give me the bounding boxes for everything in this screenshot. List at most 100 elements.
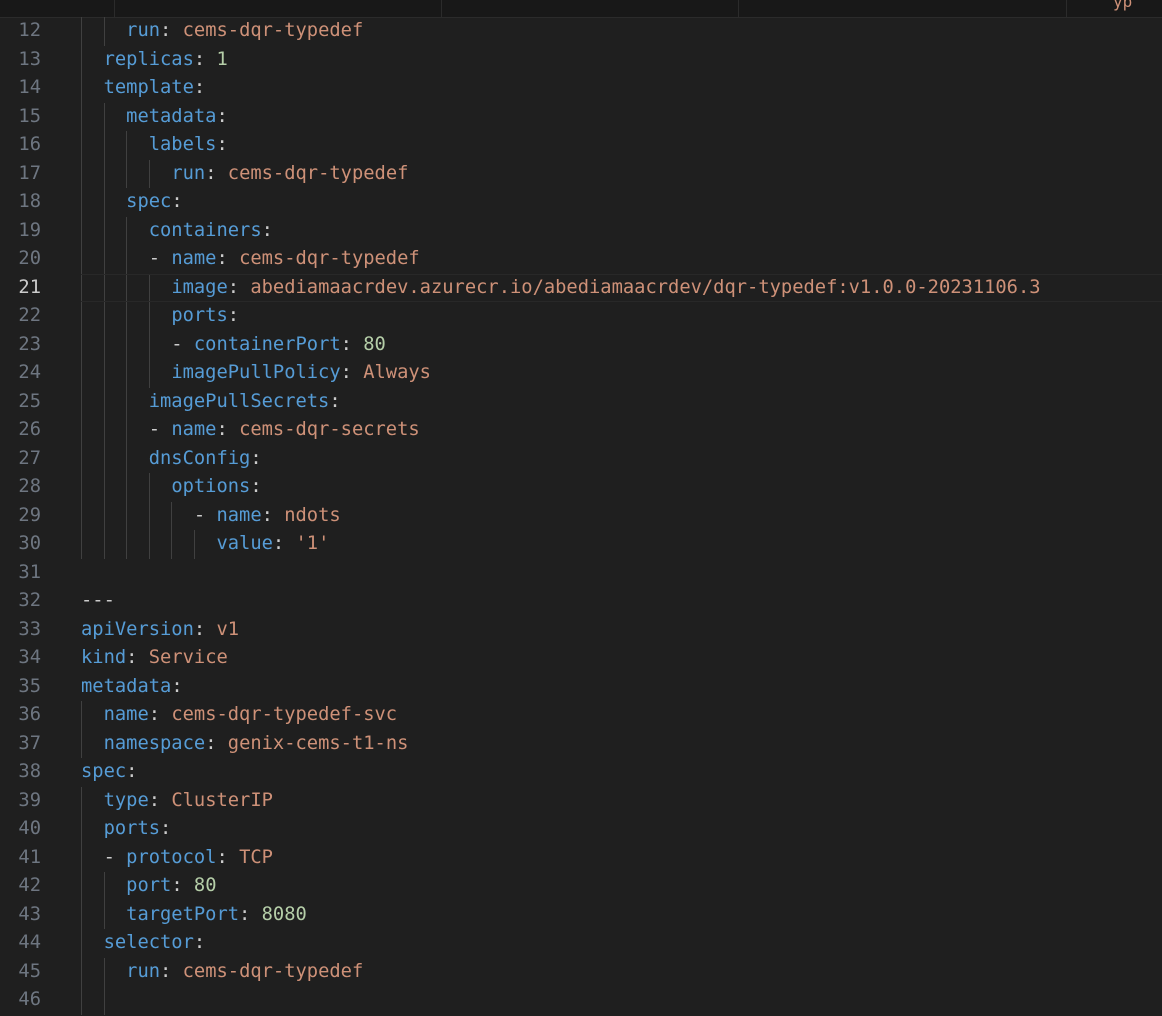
- yaml-key: spec: [81, 761, 127, 782]
- code-line[interactable]: ports:: [81, 815, 1162, 844]
- code-line[interactable]: metadata:: [81, 673, 1162, 702]
- code-line[interactable]: type: ClusterIP: [81, 787, 1162, 816]
- code-line[interactable]: selector:: [81, 929, 1162, 958]
- code-line[interactable]: kind: Service: [81, 644, 1162, 673]
- line-number: 18: [18, 191, 41, 212]
- yaml-key: name: [171, 419, 217, 440]
- colon: :: [148, 704, 161, 725]
- colon: :: [160, 20, 172, 41]
- code-line[interactable]: value: '1': [81, 530, 1162, 559]
- colon: :: [216, 105, 228, 127]
- colon: :: [216, 248, 228, 269]
- yaml-key: type: [103, 789, 149, 811]
- yaml-value: TCP: [239, 846, 273, 868]
- yaml-value: abediamaacrdev.azurecr.io/abediamaacrdev…: [250, 276, 1041, 298]
- yaml-value: 8080: [261, 903, 307, 925]
- code-line[interactable]: port: 80: [81, 872, 1162, 901]
- code-line[interactable]: dnsConfig:: [81, 445, 1162, 474]
- line-number: 16: [18, 134, 41, 155]
- code-line[interactable]: options:: [81, 473, 1162, 502]
- code-line[interactable]: image: abediamaacrdev.azurecr.io/abediam…: [81, 273, 1162, 302]
- line-number: 17: [18, 162, 41, 184]
- code-line[interactable]: - name: cems-dqr-typedef: [81, 245, 1162, 274]
- code-line[interactable]: replicas: 1: [81, 46, 1162, 75]
- yaml-key: containers: [148, 219, 262, 241]
- yaml-value: ClusterIP: [171, 789, 273, 811]
- editor-tab-bar: yp: [0, 0, 1162, 18]
- code-line[interactable]: targetPort: 8080: [81, 901, 1162, 930]
- line-number: 15: [18, 105, 41, 127]
- yaml-key: run: [126, 20, 161, 41]
- colon: :: [171, 875, 183, 896]
- yaml-key: options: [171, 476, 251, 497]
- colon: :: [193, 77, 206, 98]
- code-line[interactable]: [81, 986, 1162, 1015]
- code-line[interactable]: run: cems-dqr-typedef: [81, 17, 1162, 46]
- colon: :: [193, 932, 206, 953]
- code-line[interactable]: namespace: genix-cems-t1-ns: [81, 730, 1162, 759]
- code-line[interactable]: template:: [81, 74, 1162, 103]
- code-line[interactable]: - name: ndots: [81, 502, 1162, 531]
- line-number: 24: [18, 362, 41, 383]
- colon: :: [126, 761, 138, 782]
- code-line[interactable]: name: cems-dqr-typedef-svc: [81, 701, 1162, 730]
- colon: :: [261, 219, 273, 241]
- yaml-value: cems-dqr-typedef-svc: [171, 704, 398, 725]
- code-line[interactable]: [81, 559, 1162, 588]
- indent: -: [81, 419, 172, 440]
- yaml-value: ndots: [284, 504, 341, 526]
- code-line[interactable]: apiVersion: v1: [81, 616, 1162, 645]
- code-line[interactable]: run: cems-dqr-typedef: [81, 958, 1162, 987]
- code-line[interactable]: containers:: [81, 217, 1162, 246]
- code-line[interactable]: labels:: [81, 131, 1162, 160]
- indent: -: [81, 504, 217, 526]
- code-line[interactable]: metadata:: [81, 103, 1162, 132]
- code-editor[interactable]: yp 12 13 14 15 16 17 18 19 20 21 22 23 24 25 26 27 28 29 3…: [0, 0, 1162, 1016]
- code-line[interactable]: spec:: [81, 188, 1162, 217]
- code-line[interactable]: imagePullPolicy: Always: [81, 359, 1162, 388]
- code-line[interactable]: run: cems-dqr-typedef: [81, 160, 1162, 189]
- code-line[interactable]: ports:: [81, 302, 1162, 331]
- yaml-key: metadata: [81, 675, 172, 697]
- yaml-value: 80: [193, 875, 217, 896]
- tab-divider: [1066, 0, 1067, 17]
- code-line[interactable]: ---: [81, 587, 1162, 616]
- editor-tab[interactable]: yp: [1113, 0, 1132, 10]
- yaml-key: selector: [103, 932, 194, 953]
- tab-divider: [738, 0, 739, 17]
- code-line[interactable]: spec:: [81, 758, 1162, 787]
- yaml-value: cems-dqr-typedef: [182, 20, 364, 41]
- colon: :: [272, 533, 285, 554]
- code-line[interactable]: - protocol: TCP: [81, 844, 1162, 873]
- yaml-value: genix-cems-t1-ns: [227, 732, 409, 754]
- code-line[interactable]: - containerPort: 80: [81, 331, 1162, 360]
- colon: :: [227, 305, 240, 326]
- yaml-key: spec: [126, 191, 172, 212]
- yaml-key: protocol: [126, 846, 217, 868]
- line-number: 46: [18, 989, 41, 1010]
- yaml-key: imagePullPolicy: [171, 362, 341, 383]
- yaml-value: cems-dqr-typedef: [227, 162, 409, 184]
- line-number: 14: [18, 77, 41, 98]
- line-number: 29: [18, 504, 41, 526]
- colon: :: [216, 846, 228, 868]
- code-line[interactable]: - name: cems-dqr-secrets: [81, 416, 1162, 445]
- code-line[interactable]: imagePullSecrets:: [81, 388, 1162, 417]
- yaml-key: containerPort: [193, 333, 341, 355]
- yaml-key: ports: [103, 818, 161, 839]
- colon: :: [205, 732, 217, 754]
